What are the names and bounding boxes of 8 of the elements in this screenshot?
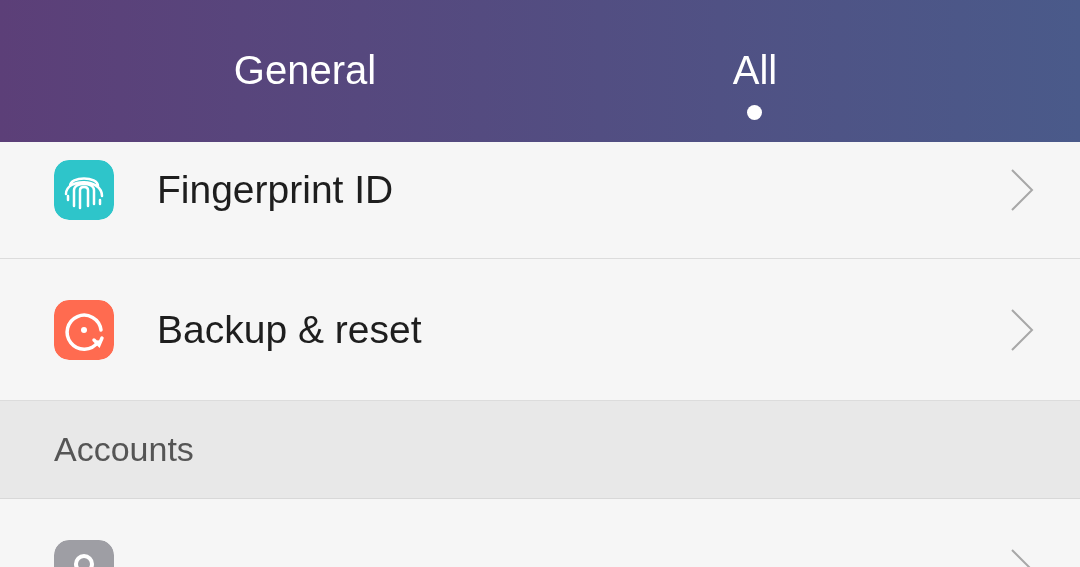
tab[interactable]: General — [233, 0, 377, 142]
chevron-icon — [1010, 167, 1034, 212]
section-title: Accounts — [54, 430, 194, 469]
tab[interactable]: All — [732, 0, 778, 142]
settings-item[interactable]: Fingerprint ID — [0, 142, 1080, 259]
chevron-icon — [1010, 307, 1034, 352]
item-label: Fingerprint ID — [157, 167, 395, 212]
item-label: Backup & reset — [157, 307, 423, 352]
